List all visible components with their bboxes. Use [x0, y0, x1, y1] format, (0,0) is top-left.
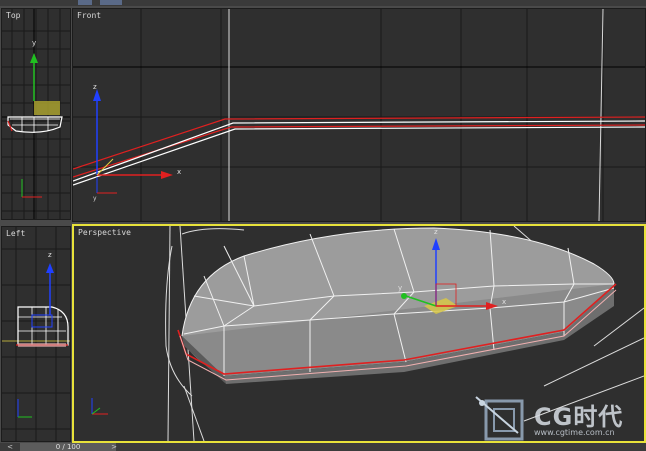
gizmo-z-label: z	[434, 228, 438, 236]
toolbar-button[interactable]	[100, 0, 122, 5]
timeline-prev-button[interactable]: <	[6, 443, 14, 451]
viewport-label-front[interactable]: Front	[77, 11, 101, 20]
viewport-label-left[interactable]: Left	[6, 229, 25, 238]
viewport-label-top[interactable]: Top	[6, 11, 20, 20]
left-view-canvas	[2, 227, 70, 441]
selected-polygon	[34, 101, 60, 115]
gizmo-y-label: y	[32, 39, 37, 47]
gizmo-x-label: x	[502, 298, 507, 306]
gizmo-z-label: z	[93, 83, 97, 91]
world-axis-y-label: y	[93, 195, 97, 202]
watermark-logo-text: CG时代	[534, 403, 624, 431]
gizmo-x-label: x	[177, 168, 182, 176]
front-view-canvas	[73, 9, 645, 221]
viewport-label-perspective[interactable]: Perspective	[78, 228, 131, 237]
viewport-front[interactable]: Front z x y	[72, 8, 646, 222]
edge-selection	[73, 116, 645, 170]
mesh-outline	[17, 306, 69, 346]
viewport-top[interactable]: Top y	[1, 8, 71, 220]
time-slider[interactable]: 0 / 100	[20, 443, 116, 451]
mesh-edge	[73, 120, 645, 182]
watermark: CG时代 www.cgtime.com.cn	[474, 393, 646, 443]
toolbar-button[interactable]	[78, 0, 92, 5]
cg-logo-icon	[475, 396, 524, 441]
gizmo-y-label: y	[398, 284, 403, 292]
viewport-left[interactable]: Left z	[1, 226, 71, 442]
watermark-url: www.cgtime.com.cn	[534, 428, 615, 437]
main-toolbar	[0, 0, 646, 6]
gizmo-z-label: z	[48, 251, 52, 259]
timeline-next-button[interactable]: >	[110, 443, 118, 451]
